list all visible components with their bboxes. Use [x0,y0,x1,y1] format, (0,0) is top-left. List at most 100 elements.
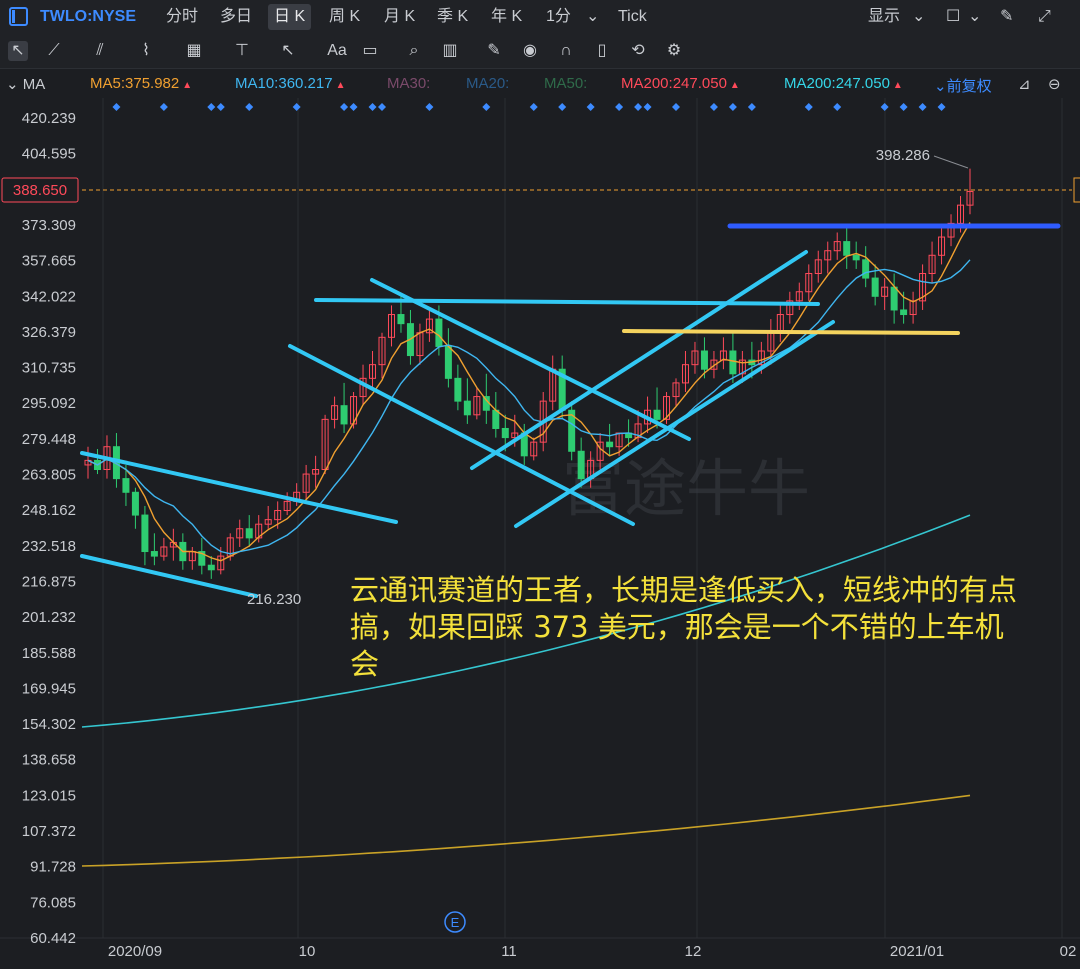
up-arrow-icon: ▲ [892,80,903,91]
gear-icon[interactable]: ⚙ [664,41,684,61]
candle-body [141,514,149,553]
candle-body [890,286,898,311]
trendline [80,554,258,598]
hline-tool-icon[interactable]: ⊤ [232,41,252,61]
channel-tool-icon[interactable]: ⫽ [90,41,110,61]
tab-1min[interactable]: 1分 [546,0,571,34]
y-tick-label: 310.735 [22,360,76,377]
x-tick-label: 11 [501,943,517,960]
y-tick-label: 373.309 [22,217,76,234]
short-moving-averages [87,222,971,562]
x-tick-label: 2020/09 [108,943,162,960]
ma50-value: MA50: [544,75,587,92]
event-diamond-icon [833,103,842,111]
event-diamond-icon [340,103,349,111]
fib-tool-icon[interactable]: ▦ [184,41,204,61]
event-diamond-icon [529,103,538,111]
ma30-text: MA30: [387,75,431,92]
line-tool-icon[interactable]: ⟋ [44,41,64,61]
ma5-value: MA5:375.982 ▲ [90,75,192,92]
trendline [314,298,820,306]
ma5-text: MA5:375.982 [90,75,180,92]
magnet-icon[interactable]: ∩ [556,41,576,61]
candle-body [150,551,158,557]
event-diamond-icon [804,103,813,111]
trendline [622,329,960,335]
event-diamond-icon [245,103,254,111]
trash-icon[interactable]: ▯ [592,41,612,61]
event-diamond-icon [672,103,680,111]
eye-icon[interactable]: ◉ [520,41,540,61]
xy-scale-icon[interactable]: ⊿ [1018,75,1031,93]
event-diamond-icon [207,103,216,111]
candle-body [700,350,708,370]
tab-weekly-k[interactable]: 周 K [329,0,360,34]
candle-body [444,345,452,379]
search-icon[interactable]: ⌕ [404,41,424,61]
annotation-text: 云通讯赛道的王者，长期是逢低买入，短线冲的有点搞，如果回踩 373 美元，那会是… [350,573,1018,681]
candle-body [852,254,860,261]
brush-icon[interactable]: ✎ [484,41,504,61]
low-price-label: 216.230 [247,591,301,608]
display-menu[interactable]: 显示 [868,0,900,34]
tab-multiday[interactable]: 多日 [220,0,252,34]
minus-circle-icon[interactable]: ⊖ [1048,75,1061,93]
y-tick-label: 357.665 [22,253,76,270]
tab-quarterly-k[interactable]: 季 K [437,0,468,34]
fullscreen-icon[interactable]: ⤢ [1038,0,1051,34]
checkbox-icon[interactable]: ☐ [946,0,960,34]
comment-tool-icon[interactable]: ▭ [360,41,380,61]
chevron-down-icon[interactable]: ⌄ [912,0,925,34]
y-tick-label: 263.805 [22,467,76,484]
symbol-label[interactable]: TWLO:NYSE [40,0,136,34]
y-tick-label: 107.372 [22,823,76,840]
text-tool-icon[interactable]: Aa [324,41,350,61]
x-axis: 2020/09 10 11 12 2021/01 02 [108,943,1076,960]
y-tick-label: 60.442 [30,930,76,947]
y-tick-label: 123.015 [22,787,76,804]
chevron-down-icon[interactable]: ⌄ [586,0,599,34]
tab-daily-k[interactable]: 日 K [268,4,312,30]
wave-tool-icon[interactable]: ⌇ [136,41,156,61]
tab-timeshare[interactable]: 分时 [166,0,198,34]
candle-body [463,400,471,416]
ma50-text: MA50: [544,75,588,92]
measure-icon[interactable]: ▥ [440,41,460,61]
tab-tick[interactable]: Tick [618,0,647,34]
y-tick-label: 216.875 [22,573,76,590]
arrow-tool-icon[interactable]: ↖ [278,41,298,61]
chevron-down-icon[interactable]: ⌄ [968,0,981,34]
pen-icon[interactable]: ✎ [1000,0,1013,34]
sidebar-toggle-icon[interactable] [8,0,30,34]
candle-body [729,350,737,375]
y-tick-label: 232.518 [22,538,76,555]
ma10-text: MA10:360.217 [235,75,333,92]
candle-body [492,409,500,429]
cursor-icon[interactable]: ↖ [8,41,28,61]
y-tick-label: 169.945 [22,680,76,697]
candle-body [653,409,661,420]
candle-body [577,450,585,480]
y-tick-label: 248.162 [22,502,76,519]
ma10-value: MA10:360.217 ▲ [235,75,345,92]
event-diamond-icon [643,103,652,111]
earnings-marker-label: E [451,915,460,930]
ma20-value: MA20: [466,75,509,92]
candle-body [131,491,139,516]
x-tick-label: 12 [685,943,702,960]
adjust-menu[interactable]: ⌄前复权 [934,75,992,96]
price-edge-tab [1073,177,1080,203]
high-label-leader [933,155,969,169]
sync-icon[interactable]: ⟲ [628,41,648,61]
tab-monthly-k[interactable]: 月 K [384,0,415,34]
event-diamond-icon [937,103,946,111]
up-arrow-icon: ▲ [182,80,193,91]
ma5-line [87,222,971,562]
candle-body [397,314,405,325]
tab-yearly-k[interactable]: 年 K [491,0,522,34]
ma-toggle[interactable]: ⌄ MA [6,75,45,93]
y-tick-label: 404.595 [22,146,76,163]
event-diamond-icon [880,103,889,111]
candlestick-chart[interactable]: 富途牛牛 420.239 404.595 373.309 357.665 342.022… [0,98,1080,969]
event-diamond-icon [899,103,908,111]
